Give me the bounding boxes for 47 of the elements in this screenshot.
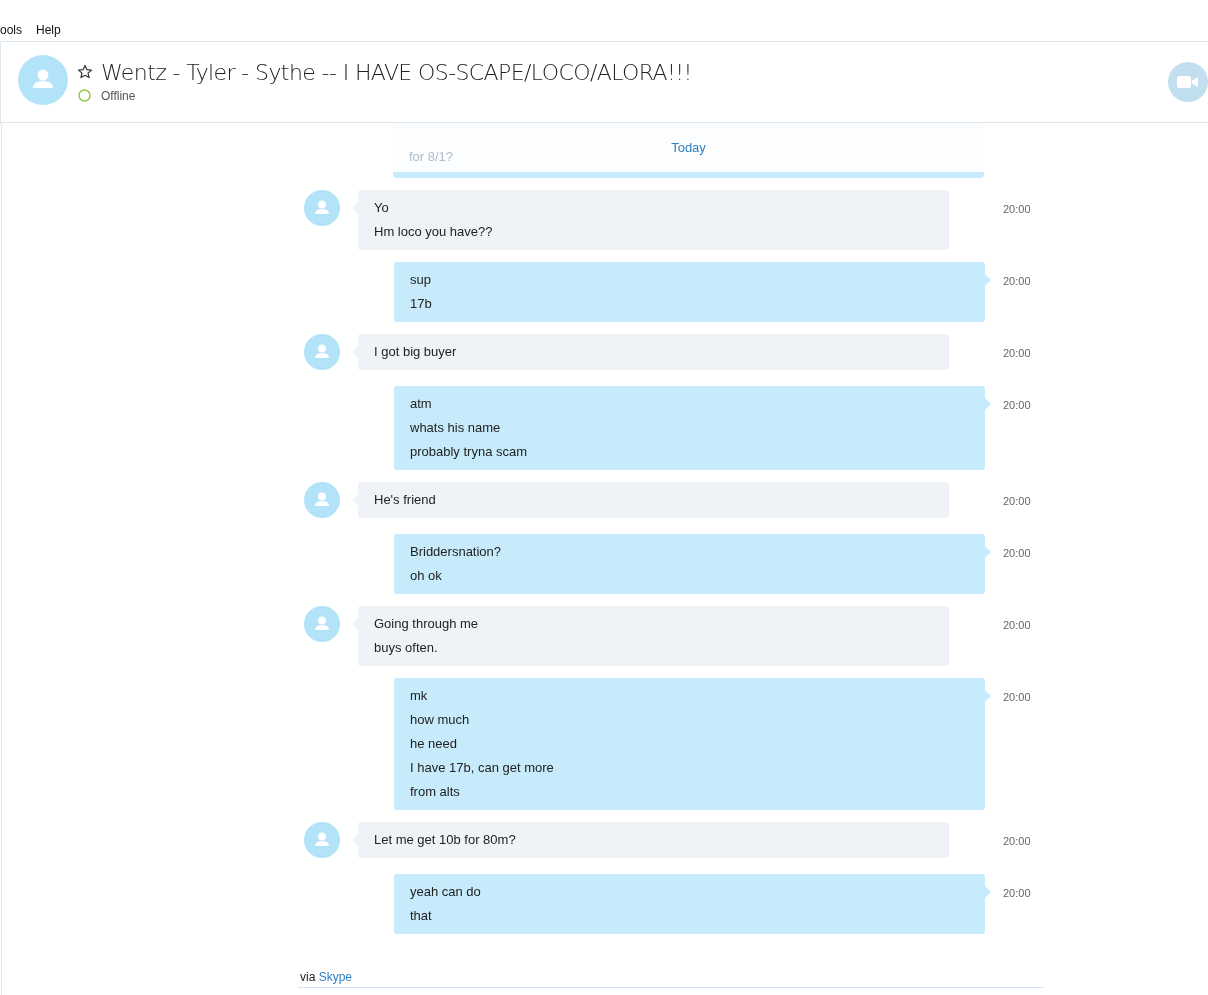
message-text: yeah can do bbox=[410, 883, 482, 901]
message-text: probably tryna scam bbox=[410, 443, 529, 461]
message-text: atm bbox=[410, 395, 433, 413]
message-time: 20:00 bbox=[1003, 835, 1031, 847]
avatar-icon bbox=[304, 482, 340, 518]
video-camera-icon bbox=[1177, 75, 1199, 89]
message-text: Let me get 10b for 80m? bbox=[374, 831, 517, 849]
avatar-icon bbox=[304, 190, 340, 226]
message-text: Briddersnation? bbox=[410, 543, 503, 561]
message-text: I got big buyer bbox=[374, 343, 458, 361]
avatar-icon bbox=[304, 822, 340, 858]
menu-item[interactable]: Help bbox=[36, 22, 61, 38]
message-text: I have 17b, can get more bbox=[410, 759, 555, 777]
message-text: Yo bbox=[374, 199, 390, 217]
avatar-icon bbox=[304, 606, 340, 642]
message-time: 20:00 bbox=[1003, 495, 1031, 507]
message-text: He's friend bbox=[374, 491, 437, 509]
skype-link[interactable]: Skype bbox=[318, 970, 353, 984]
message-time: 20:00 bbox=[1003, 619, 1031, 631]
message-text: he need bbox=[410, 735, 458, 753]
avatar-icon bbox=[304, 334, 340, 370]
message-text: whats his name bbox=[410, 419, 502, 437]
contact-name: Wentz - Tyler - Sythe -- I HAVE OS-SCAPE/LOCO/ALORA!!! bbox=[101, 59, 692, 85]
message-time: 20:00 bbox=[1003, 547, 1031, 559]
message-text: sup bbox=[410, 271, 432, 289]
menu-item[interactable]: ools bbox=[0, 22, 22, 38]
message-text: Hm loco you have?? bbox=[374, 223, 494, 241]
status-icon bbox=[78, 89, 91, 102]
message-time: 20:00 bbox=[1003, 399, 1031, 411]
via-label: via bbox=[300, 970, 316, 984]
date-divider: Today bbox=[671, 140, 706, 155]
star-icon[interactable] bbox=[77, 64, 93, 80]
message-text: oh ok bbox=[410, 567, 443, 585]
message-time: 20:00 bbox=[1003, 887, 1031, 899]
message-text: from alts bbox=[410, 783, 461, 801]
message-text: how much bbox=[410, 711, 471, 729]
message-time: 20:00 bbox=[1003, 347, 1031, 359]
status-text: Offline bbox=[101, 88, 136, 103]
message-text: Going through me bbox=[374, 615, 480, 633]
message-time: 20:00 bbox=[1003, 203, 1031, 215]
message-time: 20:00 bbox=[1003, 275, 1031, 287]
message-time: 20:00 bbox=[1003, 691, 1031, 703]
message-text: buys often. bbox=[374, 639, 439, 657]
message-text: that bbox=[410, 907, 433, 925]
message-text: for 8/1? bbox=[409, 149, 454, 164]
message-text: mk bbox=[410, 687, 429, 705]
message-text: 17b bbox=[410, 295, 433, 313]
